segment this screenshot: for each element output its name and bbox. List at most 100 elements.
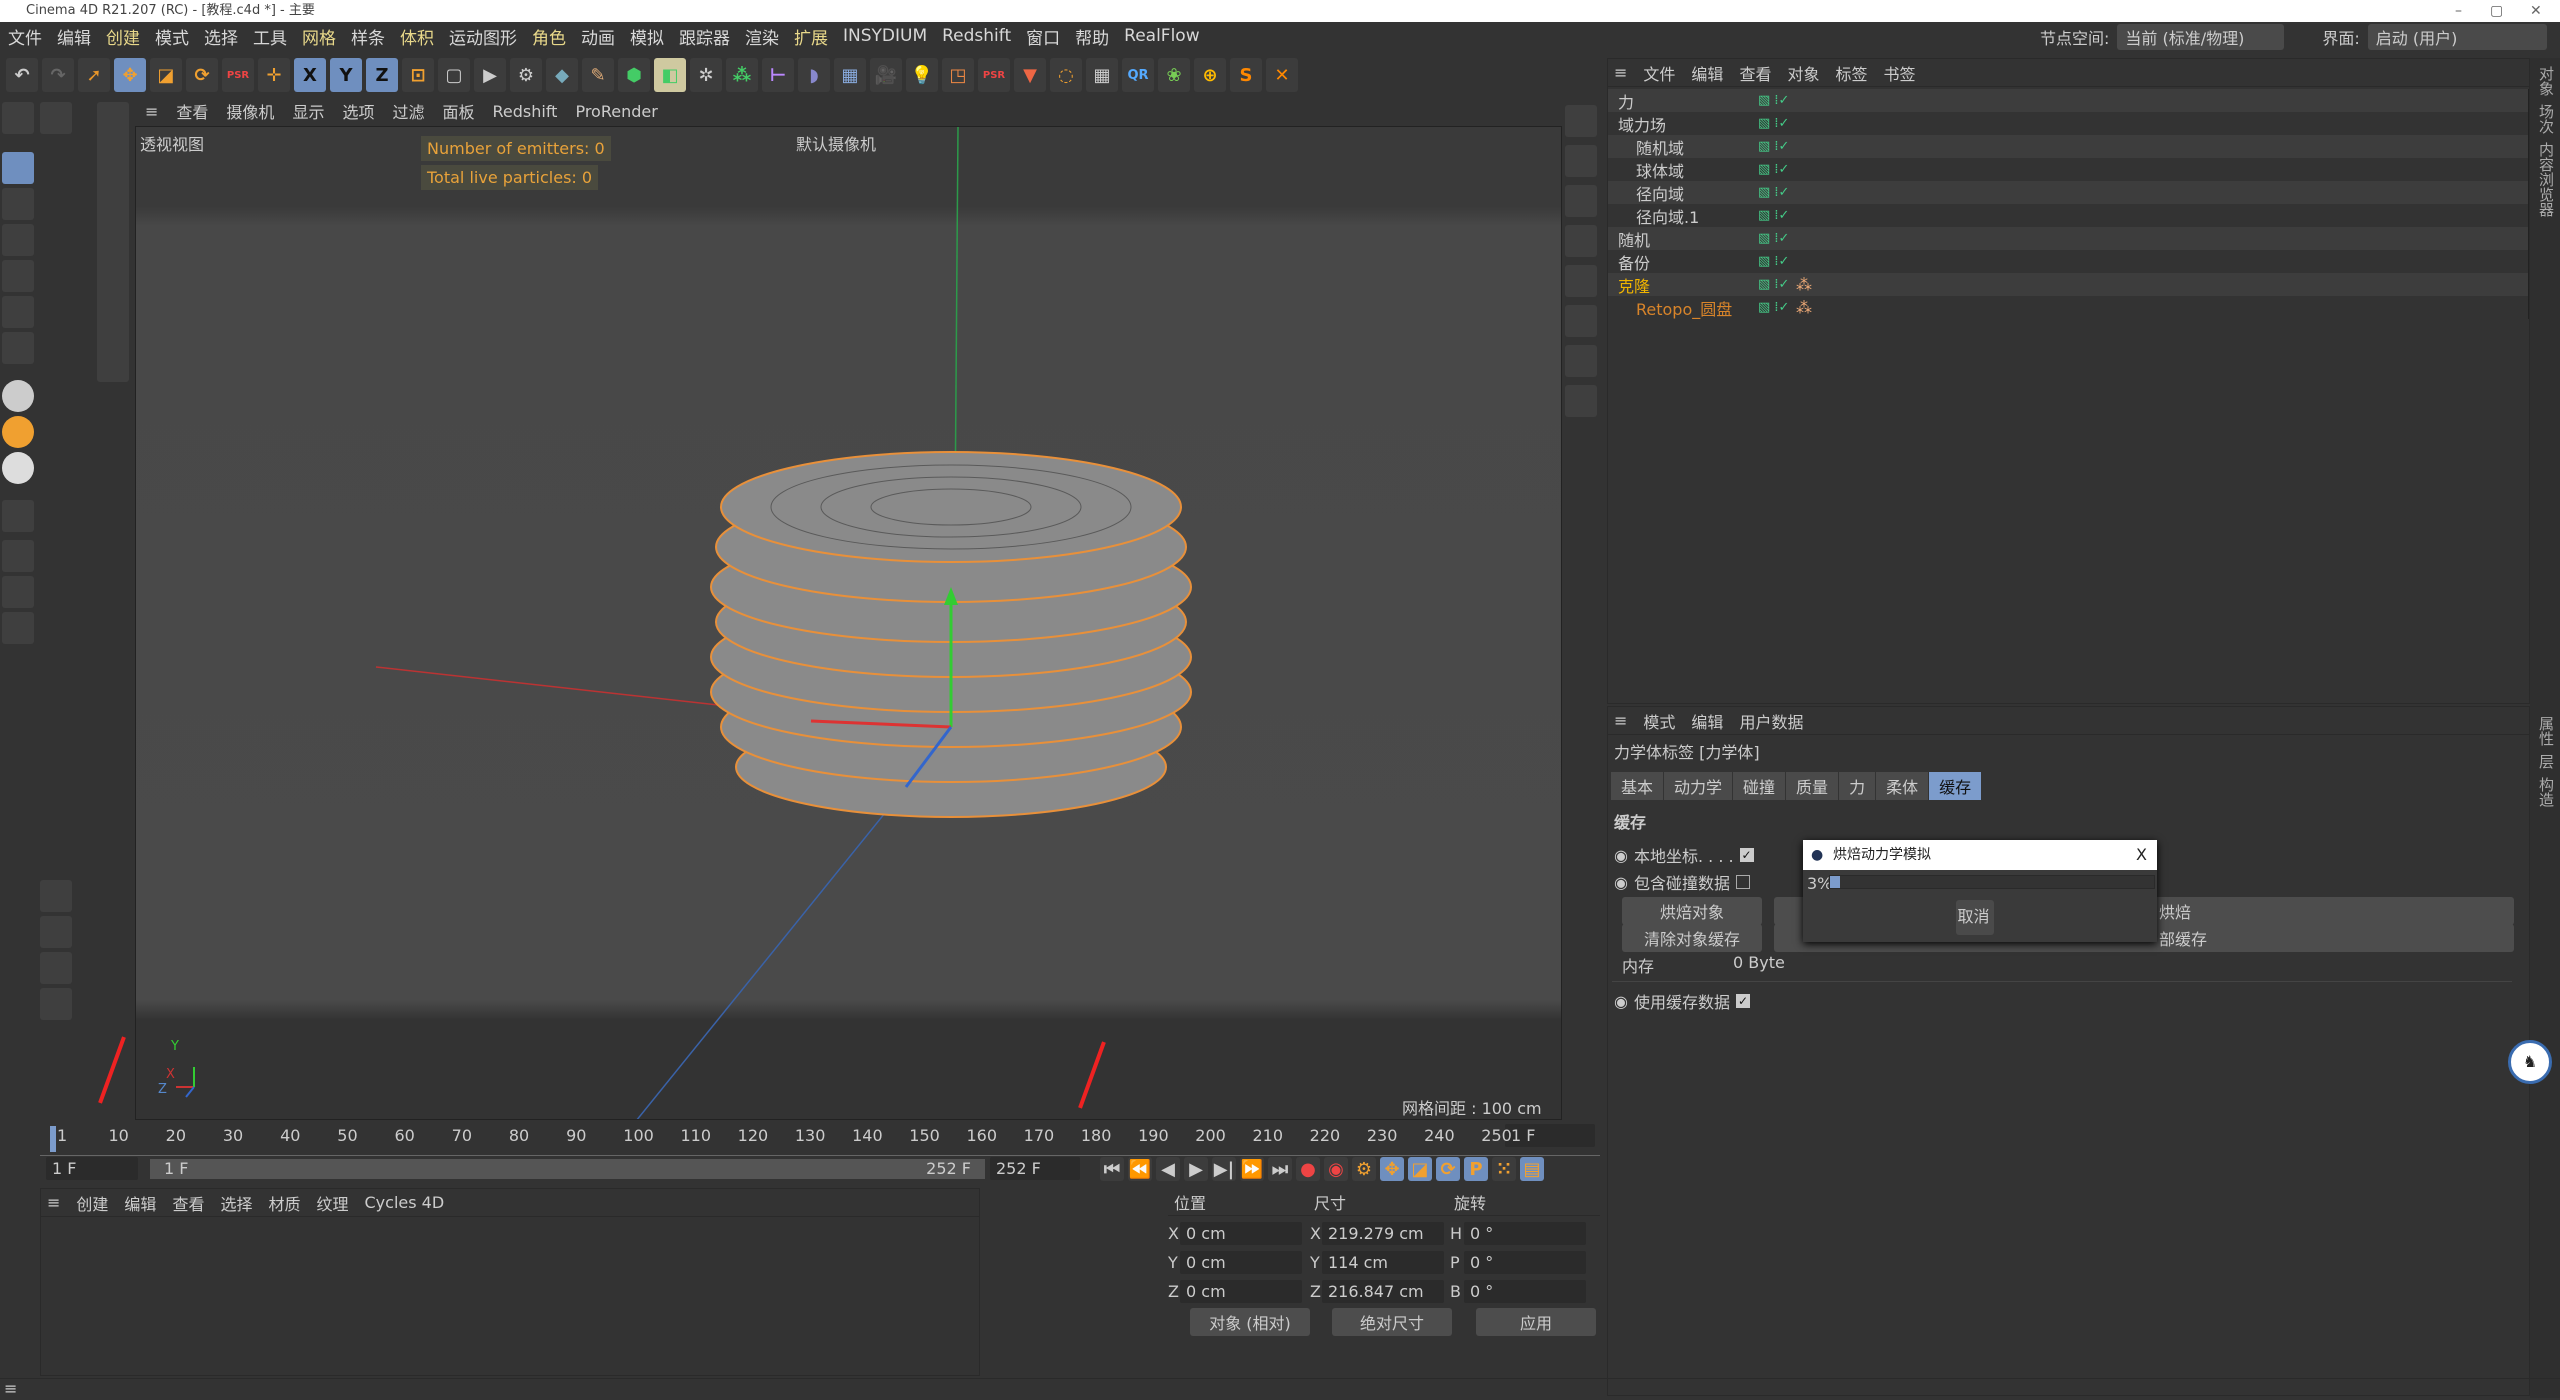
key-position-button[interactable]: ✥ xyxy=(1380,1157,1404,1181)
material-menu-item[interactable]: 纹理 xyxy=(316,1191,348,1215)
attribute-menu-item[interactable]: 用户数据 xyxy=(1739,709,1803,733)
object-row[interactable]: 径向域.1 ▧ ⁞✓ xyxy=(1608,204,2528,227)
object-name[interactable]: 径向域 xyxy=(1608,181,1758,205)
clear-object-cache-button[interactable]: 清除对象缓存 xyxy=(1622,924,1762,952)
s-plugin-icon[interactable]: S xyxy=(1230,58,1262,92)
animate-radio[interactable]: ◉ xyxy=(1614,873,1628,892)
rotate-tool-button[interactable]: ⟳ xyxy=(186,58,218,92)
magnet-icon[interactable] xyxy=(2,500,34,532)
undo-button[interactable]: ↶ xyxy=(6,58,38,92)
render-region-icon[interactable]: ▢ xyxy=(438,58,470,92)
object-name[interactable]: 力 xyxy=(1608,89,1758,113)
menu-item[interactable]: 工具 xyxy=(253,24,287,49)
cube-icon[interactable]: ◆ xyxy=(546,58,578,92)
lasso-select-icon[interactable] xyxy=(40,952,72,984)
axis-button[interactable]: ✛ xyxy=(258,58,290,92)
attribute-tab[interactable]: 动力学 xyxy=(1664,772,1734,800)
close-button[interactable]: ✕ xyxy=(2530,0,2542,22)
object-name[interactable]: 克隆 xyxy=(1608,273,1758,297)
move-tool-button[interactable]: ✥ xyxy=(114,58,146,92)
material-menu-item[interactable]: 材质 xyxy=(268,1191,300,1215)
deformer-icon[interactable]: ⊢ xyxy=(762,58,794,92)
side-tab[interactable]: 对象 xyxy=(2536,66,2557,96)
render-settings-icon[interactable]: ⚙ xyxy=(510,58,542,92)
status-menu-icon[interactable]: ≡ xyxy=(4,1379,17,1398)
menu-item[interactable]: RealFlow xyxy=(1124,26,1199,46)
menu-item[interactable]: 运动图形 xyxy=(449,24,517,49)
animate-radio[interactable]: ◉ xyxy=(1614,992,1628,1011)
attribute-menu-item[interactable]: 编辑 xyxy=(1691,709,1723,733)
dynamics-tag-icon[interactable]: ⁂ xyxy=(1796,298,1812,317)
menu-item[interactable]: 样条 xyxy=(351,24,385,49)
edges-mode-icon[interactable] xyxy=(2,260,34,292)
layout-icon[interactable] xyxy=(1565,105,1597,137)
viewport-menu-item[interactable]: 查看 xyxy=(176,99,208,123)
menu-item[interactable]: 动画 xyxy=(581,24,615,49)
maximize-button[interactable]: ▢ xyxy=(2490,0,2503,22)
coord-rot-field[interactable]: 0 ° xyxy=(1464,1280,1586,1303)
menu-item[interactable]: 扩展 xyxy=(794,24,828,49)
menu-item[interactable]: 模式 xyxy=(155,24,189,49)
menu-item[interactable]: 模拟 xyxy=(630,24,664,49)
viewport-menu-item[interactable]: 过滤 xyxy=(392,99,424,123)
material-menu-item[interactable]: Cycles 4D xyxy=(365,1193,445,1212)
object-row[interactable]: 域力场 ▧ ⁞✓ xyxy=(1608,112,2528,135)
coord-rot-field[interactable]: 0 ° xyxy=(1464,1222,1586,1245)
snap-grid-icon[interactable] xyxy=(2,576,34,608)
visibility-toggle[interactable]: ▧ ⁞✓ xyxy=(1758,254,1796,269)
side-tab[interactable]: 构造 xyxy=(2536,777,2557,807)
viewport-menu-item[interactable]: 显示 xyxy=(292,99,324,123)
visibility-toggle[interactable]: ▧ ⁞✓ xyxy=(1758,139,1796,154)
next-frame-button[interactable]: ▶| xyxy=(1212,1157,1236,1181)
viewport-menu-item[interactable]: 摄像机 xyxy=(226,99,274,123)
object-row[interactable]: 径向域 ▧ ⁞✓ xyxy=(1608,181,2528,204)
live-select-icon[interactable] xyxy=(40,880,72,912)
menu-item[interactable]: 角色 xyxy=(532,24,566,49)
object-menu-item[interactable]: 文件 xyxy=(1643,61,1675,85)
key-param-button[interactable]: P xyxy=(1464,1157,1488,1181)
panel-menu-icon[interactable]: ≡ xyxy=(1614,711,1627,730)
object-menu-item[interactable]: 书签 xyxy=(1883,61,1915,85)
material-menu-item[interactable]: 创建 xyxy=(76,1191,108,1215)
timeline-button[interactable]: ▤ xyxy=(1520,1157,1544,1181)
visibility-toggle[interactable]: ▧ ⁞✓ xyxy=(1758,231,1796,246)
menu-item[interactable]: 渲染 xyxy=(745,24,779,49)
material-menu-item[interactable]: 查看 xyxy=(172,1191,204,1215)
render-view-icon[interactable]: ▶ xyxy=(474,58,506,92)
layout-icon[interactable] xyxy=(1565,225,1597,257)
layout-icon[interactable] xyxy=(1565,265,1597,297)
viewport-menu-item[interactable]: ProRender xyxy=(575,102,657,121)
coord-pos-field[interactable]: 0 cm xyxy=(1180,1251,1302,1274)
timeline-ruler[interactable]: 1 F 1 10 20 30 40 50 60 70 80 90 100 110 120 130 140 15… xyxy=(40,1122,1600,1156)
settings-icon[interactable] xyxy=(40,102,72,134)
panel-menu-icon[interactable]: ≡ xyxy=(1614,63,1627,82)
animate-radio[interactable]: ◉ xyxy=(1614,846,1628,865)
attribute-tab[interactable]: 缓存 xyxy=(1929,772,1983,800)
object-name[interactable]: 径向域.1 xyxy=(1608,204,1758,228)
psr-button[interactable]: PSR xyxy=(222,58,254,92)
axis-mode-icon[interactable] xyxy=(2,332,34,364)
menu-item[interactable]: 跟踪器 xyxy=(679,24,730,49)
axis-y-button[interactable]: Y xyxy=(330,58,362,92)
mograph-icon[interactable]: ⁂ xyxy=(726,58,758,92)
size-mode-select[interactable]: 绝对尺寸 xyxy=(1332,1308,1452,1336)
coord-size-field[interactable]: 216.847 cm xyxy=(1322,1280,1444,1303)
workplane-icon[interactable] xyxy=(2,540,34,572)
layout-icon[interactable] xyxy=(1565,185,1597,217)
layout-icon[interactable] xyxy=(1565,345,1597,377)
axis-z-button[interactable]: Z xyxy=(366,58,398,92)
select-tool-button[interactable]: ➚ xyxy=(78,58,110,92)
object-name[interactable]: Retopo_圆盘 xyxy=(1608,296,1758,320)
snap-icon[interactable]: ◌ xyxy=(1050,58,1082,92)
target-icon[interactable]: ⊕ xyxy=(1194,58,1226,92)
cancel-button[interactable]: 取消 xyxy=(1956,900,1991,935)
floating-assistant-icon[interactable]: ♞ xyxy=(2508,1040,2552,1084)
visibility-toggle[interactable]: ▧ ⁞✓ xyxy=(1758,93,1796,108)
autokey-button[interactable]: ◉ xyxy=(1324,1157,1348,1181)
object-name[interactable]: 随机 xyxy=(1608,227,1758,251)
cloner-icon[interactable]: ✲ xyxy=(690,58,722,92)
object-row[interactable]: 随机 ▧ ⁞✓ xyxy=(1608,227,2528,250)
make-editable-icon[interactable] xyxy=(2,102,34,134)
plugin-icon[interactable]: ❀ xyxy=(1158,58,1190,92)
go-to-start-button[interactable]: ⏮ xyxy=(1100,1157,1124,1181)
